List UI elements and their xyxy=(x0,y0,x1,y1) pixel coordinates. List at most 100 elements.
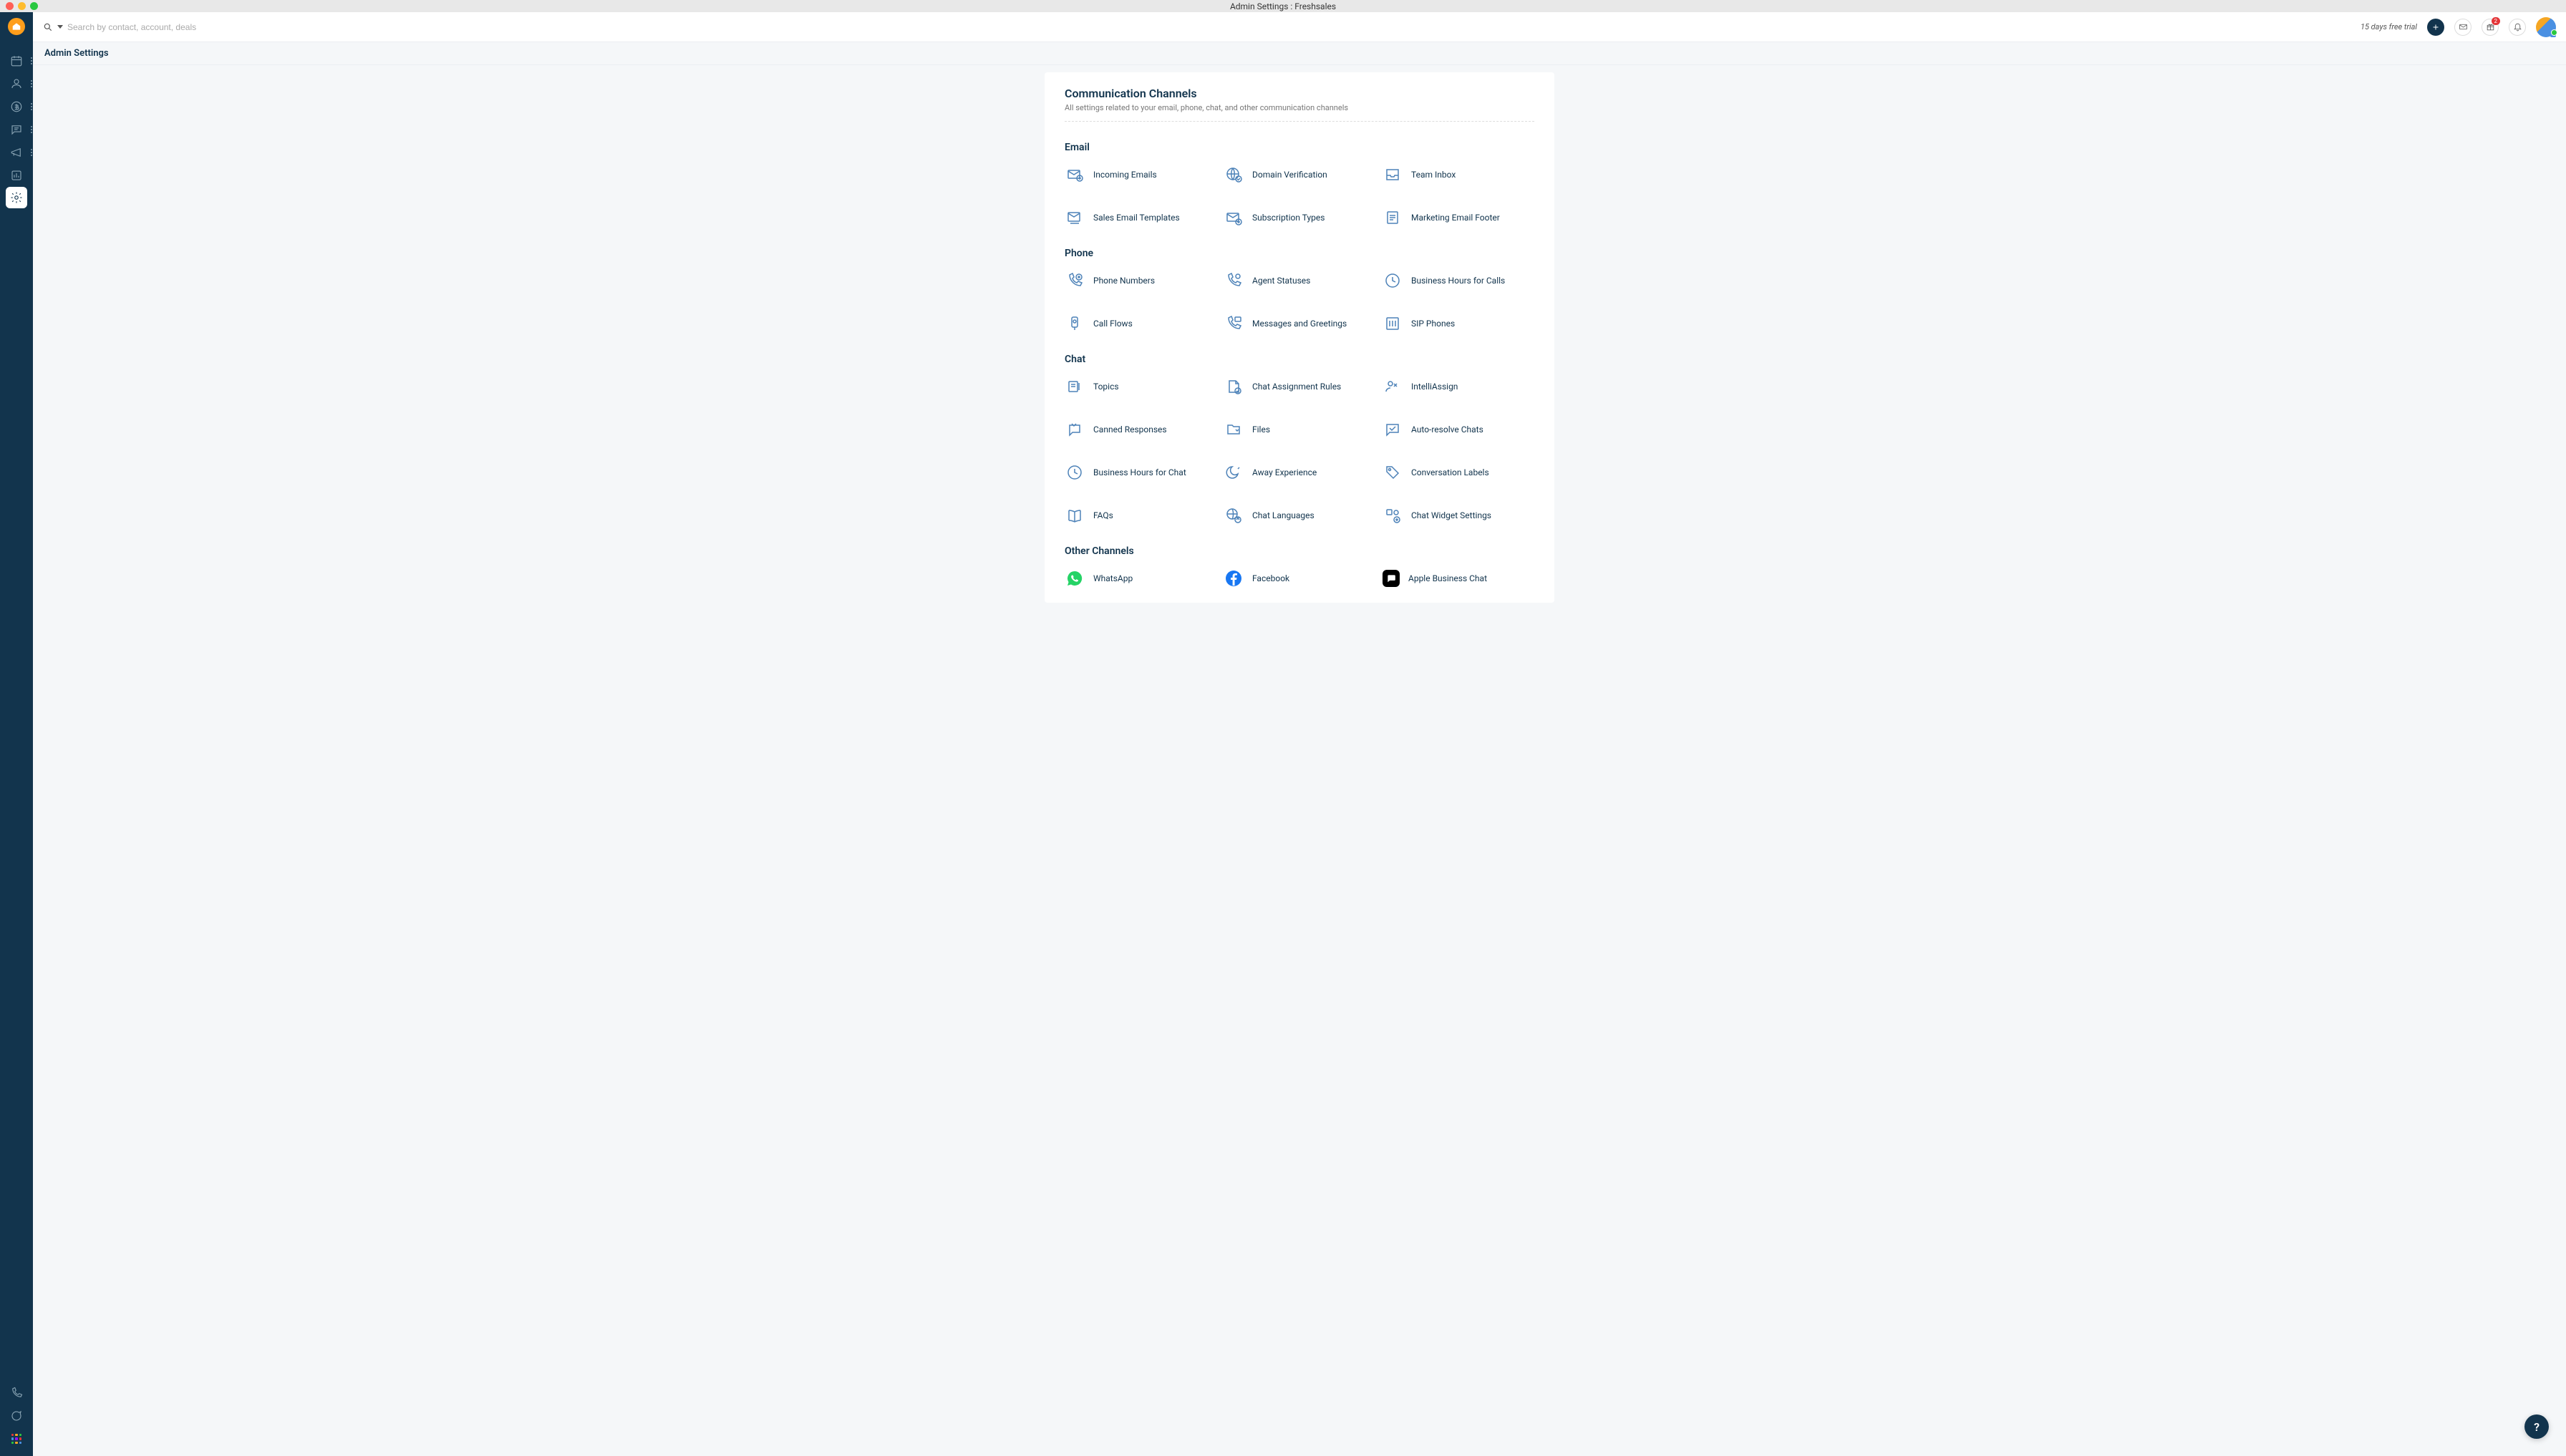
plus-icon xyxy=(2431,23,2440,31)
settings-item[interactable]: Messages and Greetings xyxy=(1224,314,1375,334)
add-button[interactable] xyxy=(2427,19,2444,36)
group-title: Other Channels xyxy=(1065,545,1534,557)
user-avatar[interactable] xyxy=(2536,17,2556,37)
settings-item[interactable]: Facebook xyxy=(1224,568,1375,588)
settings-item[interactable]: Business Hours for Calls xyxy=(1383,271,1534,291)
alerts-button[interactable] xyxy=(2509,19,2526,36)
notification-badge: 2 xyxy=(2492,17,2501,25)
search-icon[interactable] xyxy=(43,22,53,32)
search-input[interactable] xyxy=(67,22,282,32)
settings-item-label: Business Hours for Chat xyxy=(1093,467,1186,477)
settings-item[interactable]: Conversation Labels xyxy=(1383,462,1534,482)
sidebar-item-reports[interactable] xyxy=(0,164,33,187)
apple-icon xyxy=(1383,570,1400,587)
flow-icon xyxy=(1065,314,1085,334)
topbar: 15 days free trial 2 xyxy=(33,12,2566,42)
settings-item[interactable]: SIP Phones xyxy=(1383,314,1534,334)
settings-item-label: Chat Assignment Rules xyxy=(1252,382,1341,392)
settings-item[interactable]: Chat Assignment Rules xyxy=(1224,377,1375,397)
mail-plus-icon xyxy=(1224,208,1244,228)
moon-icon xyxy=(1224,462,1244,482)
sidebar-item-chat[interactable] xyxy=(0,1404,33,1427)
folder-icon xyxy=(1224,419,1244,440)
settings-group: Other Channels WhatsApp Facebook Apple Busi… xyxy=(1065,545,1534,588)
settings-item[interactable]: Away Experience xyxy=(1224,462,1375,482)
settings-item[interactable]: Agent Statuses xyxy=(1224,271,1375,291)
settings-item-label: Apple Business Chat xyxy=(1408,573,1487,583)
sidebar-item-calendar[interactable] xyxy=(0,49,33,72)
group-title: Email xyxy=(1065,142,1534,153)
settings-item[interactable]: FAQs xyxy=(1065,505,1216,525)
settings-item-label: Incoming Emails xyxy=(1093,170,1157,180)
mail-button[interactable] xyxy=(2454,19,2471,36)
group-title: Phone xyxy=(1065,248,1534,259)
sidebar-item-contacts[interactable] xyxy=(0,72,33,95)
mail-template-icon xyxy=(1065,208,1085,228)
settings-item[interactable]: Apple Business Chat xyxy=(1383,568,1534,588)
app-logo[interactable] xyxy=(8,18,25,35)
settings-item[interactable]: Phone Numbers xyxy=(1065,271,1216,291)
settings-item[interactable]: Files xyxy=(1224,419,1375,440)
settings-item[interactable]: Team Inbox xyxy=(1383,165,1534,185)
settings-item[interactable]: Canned Responses xyxy=(1065,419,1216,440)
widget-icon xyxy=(1383,505,1403,525)
settings-item-label: Phone Numbers xyxy=(1093,276,1155,286)
tag-icon xyxy=(1383,462,1403,482)
settings-item[interactable]: WhatsApp xyxy=(1065,568,1216,588)
settings-item[interactable]: Business Hours for Chat xyxy=(1065,462,1216,482)
settings-item[interactable]: Chat Languages xyxy=(1224,505,1375,525)
sidebar-item-settings[interactable] xyxy=(6,187,27,208)
topics-icon xyxy=(1065,377,1085,397)
settings-item[interactable]: Sales Email Templates xyxy=(1065,208,1216,228)
notifications-button[interactable]: 2 xyxy=(2482,19,2499,36)
settings-item-label: Domain Verification xyxy=(1252,170,1327,180)
settings-item-label: Auto-resolve Chats xyxy=(1411,424,1483,435)
section-title: Communication Channels xyxy=(1065,87,1534,100)
search-dropdown-caret[interactable] xyxy=(57,25,63,29)
sidebar-item-phone[interactable] xyxy=(0,1382,33,1404)
settings-item[interactable]: Domain Verification xyxy=(1224,165,1375,185)
settings-item[interactable]: Call Flows xyxy=(1065,314,1216,334)
settings-item[interactable]: Topics xyxy=(1065,377,1216,397)
sidebar xyxy=(0,12,33,1456)
settings-item-label: Away Experience xyxy=(1252,467,1317,477)
settings-item[interactable]: Chat Widget Settings xyxy=(1383,505,1534,525)
settings-item-label: Canned Responses xyxy=(1093,424,1167,435)
window-maximize-button[interactable] xyxy=(30,2,38,10)
chat-check-icon xyxy=(1383,419,1403,440)
settings-item-label: Team Inbox xyxy=(1411,170,1456,180)
bell-icon xyxy=(2513,22,2522,31)
settings-item-label: Chat Languages xyxy=(1252,510,1315,520)
settings-item-label: WhatsApp xyxy=(1093,573,1133,583)
window-close-button[interactable] xyxy=(6,2,14,10)
canned-icon xyxy=(1065,419,1085,440)
settings-item-label: IntelliAssign xyxy=(1411,382,1458,392)
sidebar-item-apps[interactable] xyxy=(0,1427,33,1450)
settings-item[interactable]: Incoming Emails xyxy=(1065,165,1216,185)
clock-icon xyxy=(1383,271,1403,291)
settings-item-label: Chat Widget Settings xyxy=(1411,510,1491,520)
doc-rules-icon xyxy=(1224,377,1244,397)
sidebar-item-campaigns[interactable] xyxy=(0,141,33,164)
settings-item[interactable]: Auto-resolve Chats xyxy=(1383,419,1534,440)
help-button[interactable]: ? xyxy=(2524,1414,2549,1439)
person-assign-icon xyxy=(1383,377,1403,397)
content-area: Communication Channels All settings rela… xyxy=(33,65,2566,1456)
settings-item-label: Agent Statuses xyxy=(1252,276,1310,286)
sidebar-item-messages[interactable] xyxy=(0,118,33,141)
settings-item-label: Messages and Greetings xyxy=(1252,319,1347,329)
globe-check-icon xyxy=(1224,165,1244,185)
window-minimize-button[interactable] xyxy=(18,2,26,10)
section-description: All settings related to your email, phon… xyxy=(1065,103,1534,122)
page-title: Admin Settings xyxy=(44,48,109,59)
facebook-icon xyxy=(1224,568,1244,588)
sip-icon xyxy=(1383,314,1403,334)
settings-item[interactable]: Subscription Types xyxy=(1224,208,1375,228)
clock-icon xyxy=(1065,462,1085,482)
trial-text: 15 days free trial xyxy=(2361,22,2417,31)
settings-item[interactable]: IntelliAssign xyxy=(1383,377,1534,397)
sidebar-item-deals[interactable] xyxy=(0,95,33,118)
settings-item-label: Call Flows xyxy=(1093,319,1133,329)
settings-item[interactable]: Marketing Email Footer xyxy=(1383,208,1534,228)
settings-item-label: SIP Phones xyxy=(1411,319,1455,329)
